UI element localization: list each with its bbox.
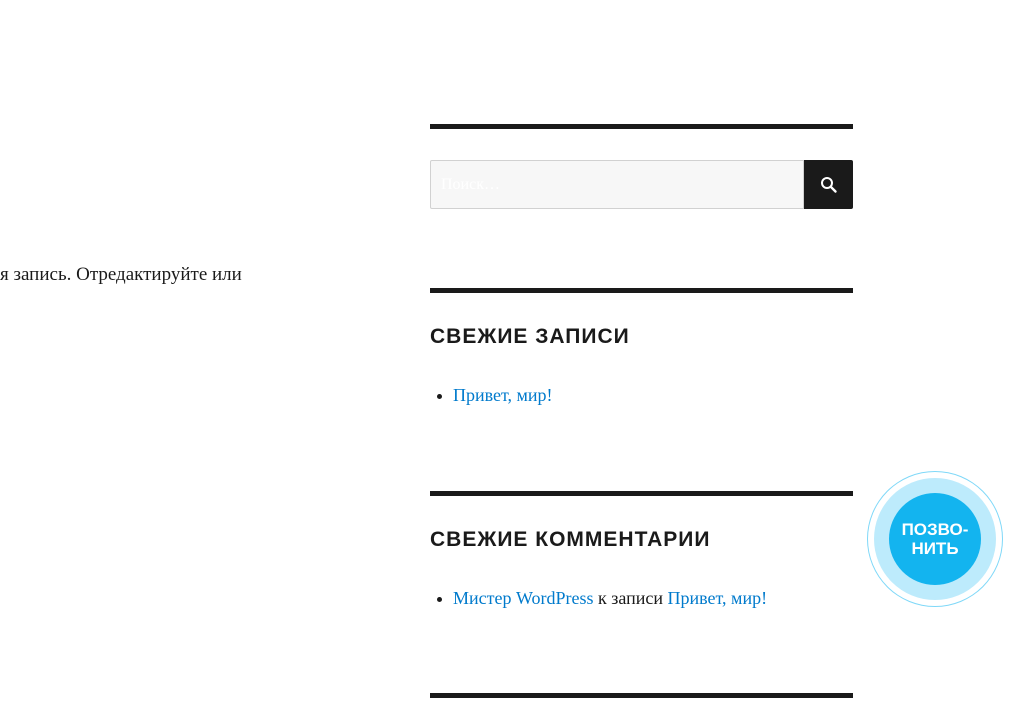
widget-divider <box>430 693 853 698</box>
recent-posts-list: Привет, мир! <box>430 385 553 406</box>
recent-comments-list: Мистер WordPress к записи Привет, мир! <box>430 588 767 609</box>
list-item: Мистер WordPress к записи Привет, мир! <box>430 588 767 609</box>
callback-button-core[interactable]: ПОЗВО- НИТЬ <box>889 493 981 585</box>
recent-comments-title: СВЕЖИЕ КОММЕНТАРИИ <box>430 528 711 551</box>
comment-post-link[interactable]: Привет, мир! <box>668 588 768 608</box>
post-excerpt-text: я запись. Отредактируйте или <box>0 264 242 285</box>
widget-divider <box>430 491 853 496</box>
callback-label-line2: НИТЬ <box>911 539 959 558</box>
recent-post-link[interactable]: Привет, мир! <box>453 385 553 405</box>
search-button[interactable] <box>804 160 853 209</box>
search-input[interactable] <box>430 160 804 209</box>
search-icon <box>820 176 837 193</box>
comment-author-link[interactable]: Мистер WordPress <box>453 588 594 608</box>
list-item: Привет, мир! <box>430 385 553 406</box>
comment-connector-text: к записи <box>593 588 668 608</box>
recent-posts-title: СВЕЖИЕ ЗАПИСИ <box>430 325 630 348</box>
search-form <box>430 160 853 209</box>
widget-divider <box>430 288 853 293</box>
callback-label-line1: ПОЗВО- <box>901 520 969 539</box>
callback-button[interactable]: ПОЗВО- НИТЬ <box>868 472 1002 606</box>
widget-divider <box>430 124 853 129</box>
